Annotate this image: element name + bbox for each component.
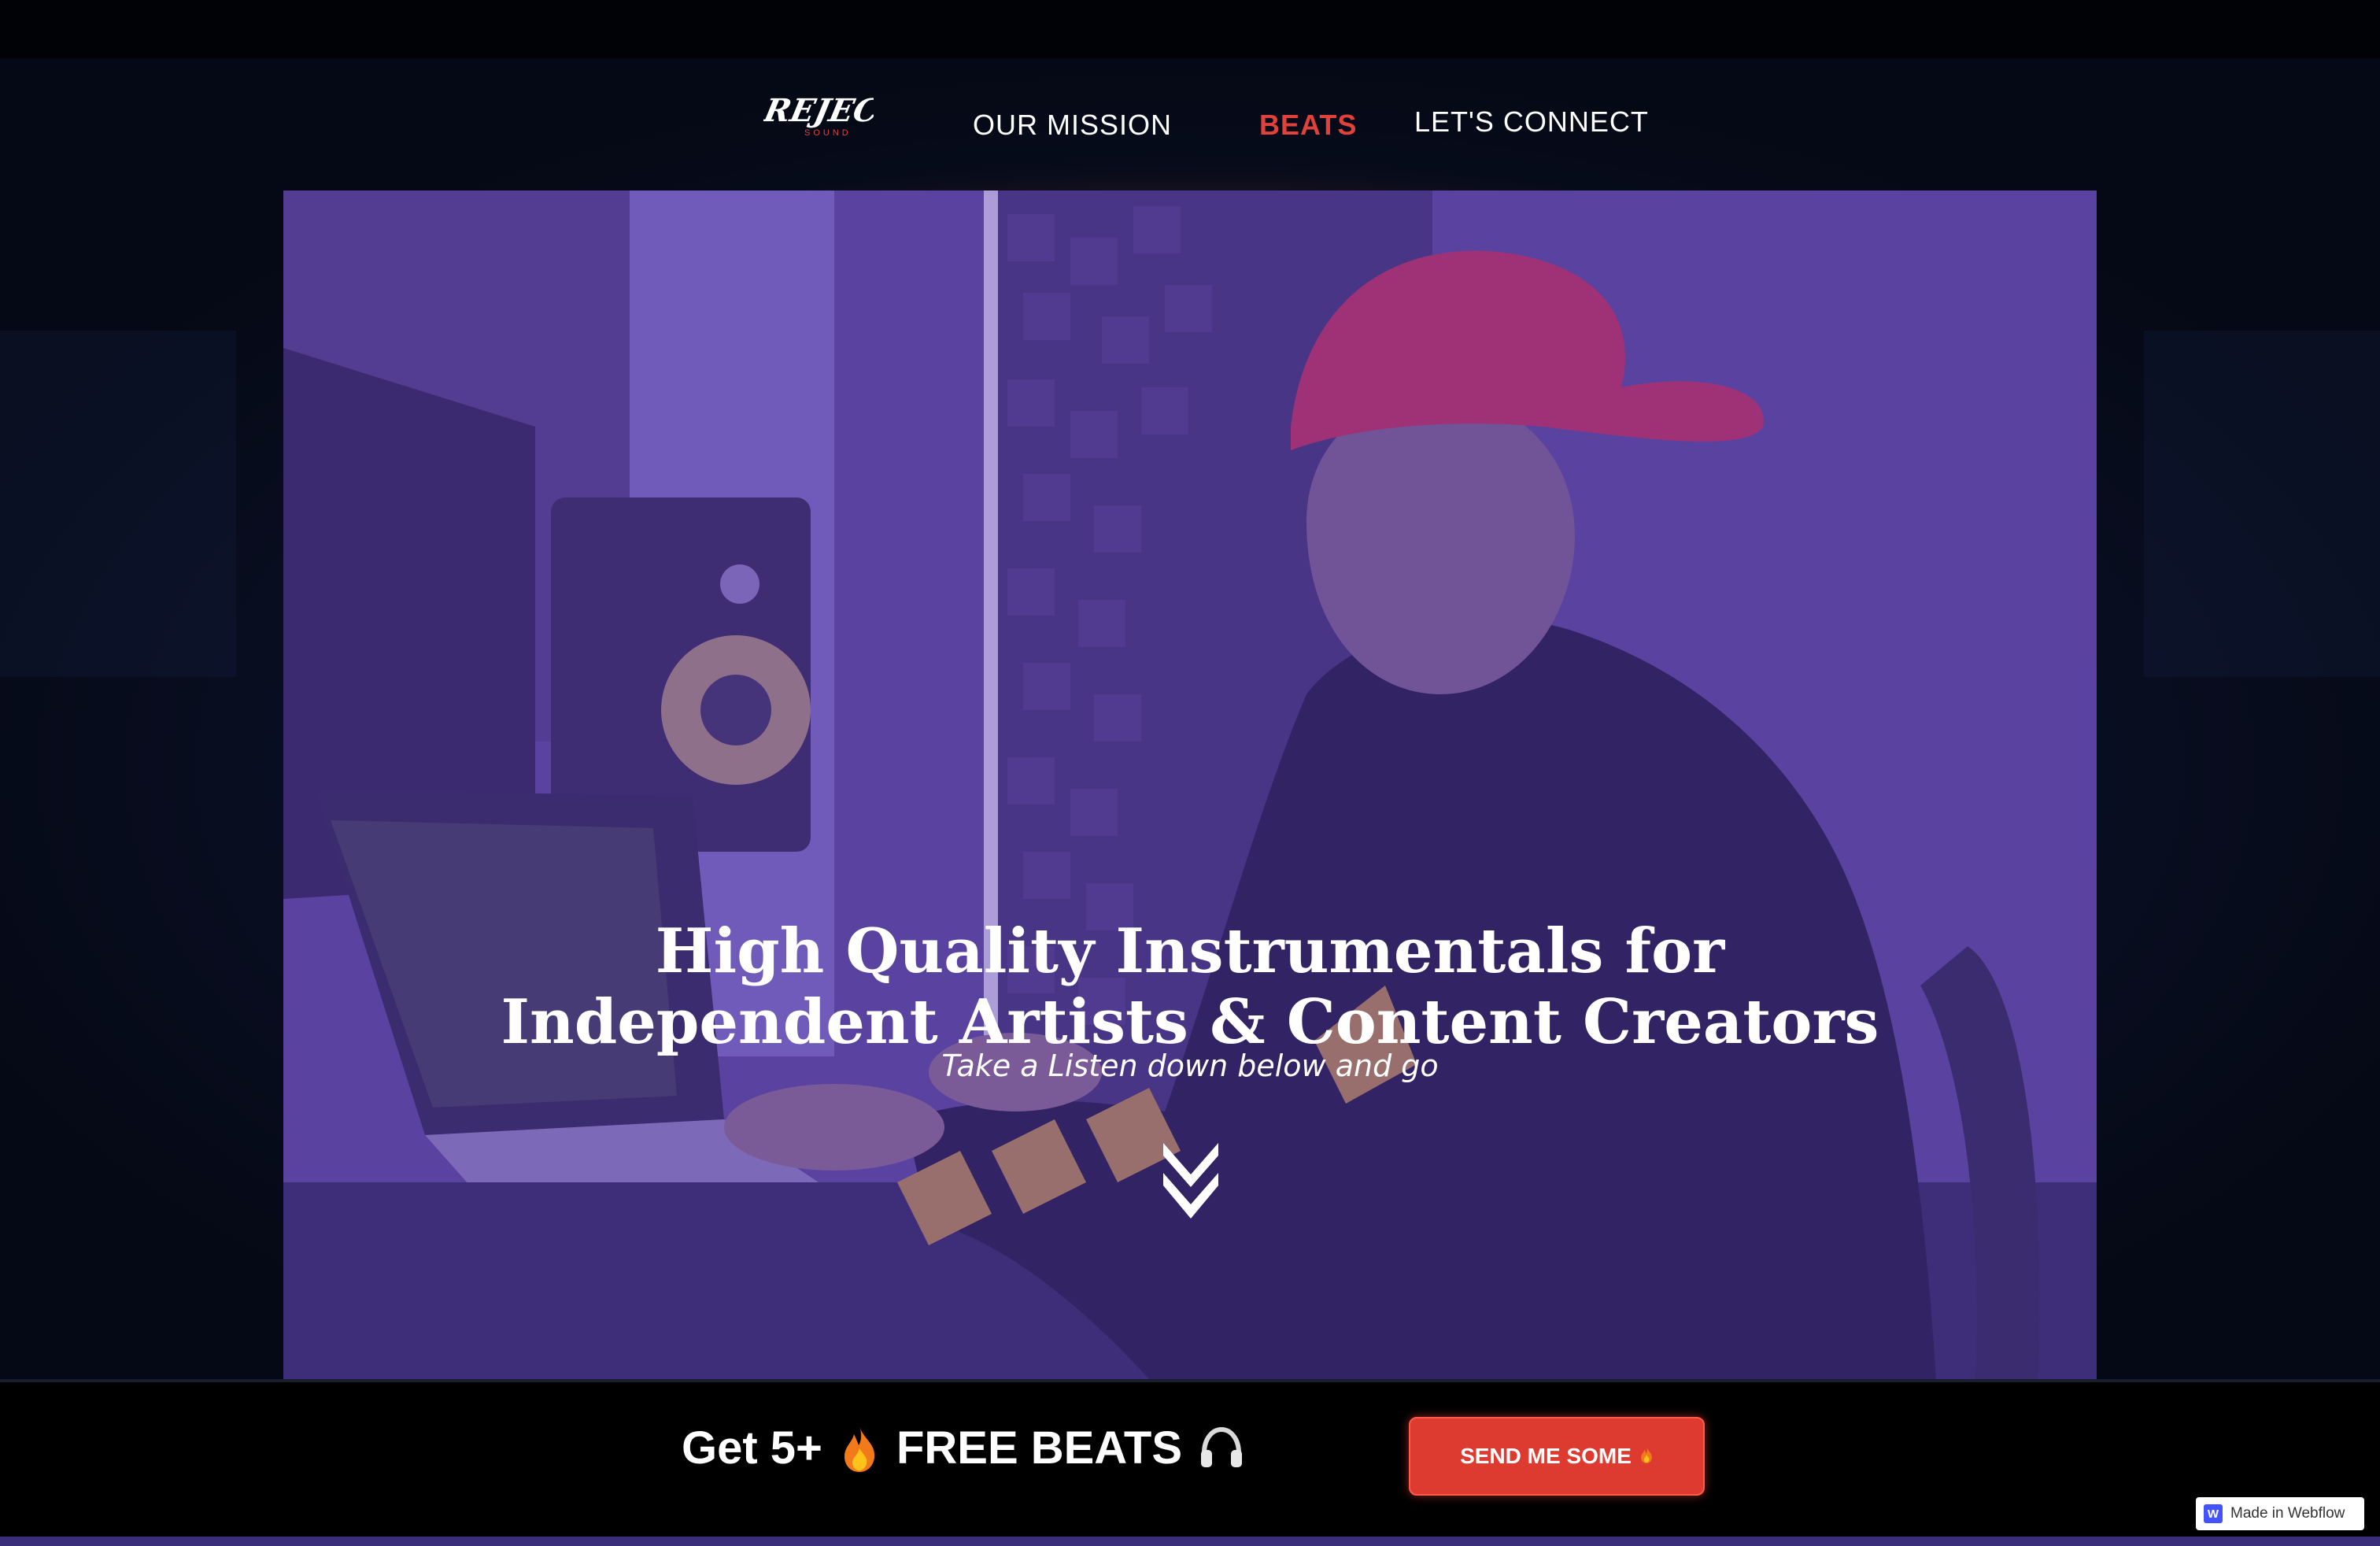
chevron-double-down-icon[interactable] [1163,1143,1218,1219]
background-panel-right [2144,331,2380,677]
hero-subline: Take a Listen down below and go [941,1049,1439,1083]
promo-text-prefix: Get 5+ [682,1422,822,1474]
fire-icon [1639,1444,1654,1469]
made-in-webflow-badge[interactable]: W Made in Webflow [2196,1497,2364,1530]
logo-wordmark: REJECT [763,91,874,128]
fire-icon [840,1425,879,1472]
send-me-some-button[interactable]: SEND ME SOME [1409,1417,1705,1496]
reject-sound-logo[interactable]: REJECT SOUND [760,87,909,142]
promo-text-main: FREE BEATS [896,1422,1183,1474]
promo-text: Get 5+ FREE BEATS [682,1422,1244,1474]
nav-link-our-mission[interactable]: OUR MISSION [973,109,1172,142]
free-beats-promo-bar: Get 5+ FREE BEATS SEND ME SOME [0,1379,2380,1540]
background-panel-left [0,331,236,677]
hero-headline: High Quality Instrumentals for Independe… [283,916,2097,1058]
browser-top-bar [0,0,2380,58]
send-button-label: SEND ME SOME [1460,1444,1632,1468]
hero-section: High Quality Instrumentals for Independe… [283,190,2097,1379]
nav-link-lets-connect[interactable]: LET'S CONNECT [1414,105,1649,139]
webflow-badge-label: Made in Webflow [2230,1505,2345,1522]
main-nav: REJECT SOUND OUR MISSION BEATS LET'S CON… [0,79,2380,173]
webflow-icon: W [2204,1504,2223,1523]
hero-headline-line2: Independent Artists & Content Creators [501,986,1879,1059]
logo-subtext: SOUND [804,128,852,138]
bottom-strip [0,1537,2380,1546]
nav-link-beats[interactable]: BEATS [1259,109,1357,142]
headphones-icon [1199,1426,1244,1470]
hero-headline-line1: High Quality Instrumentals for [655,915,1725,988]
